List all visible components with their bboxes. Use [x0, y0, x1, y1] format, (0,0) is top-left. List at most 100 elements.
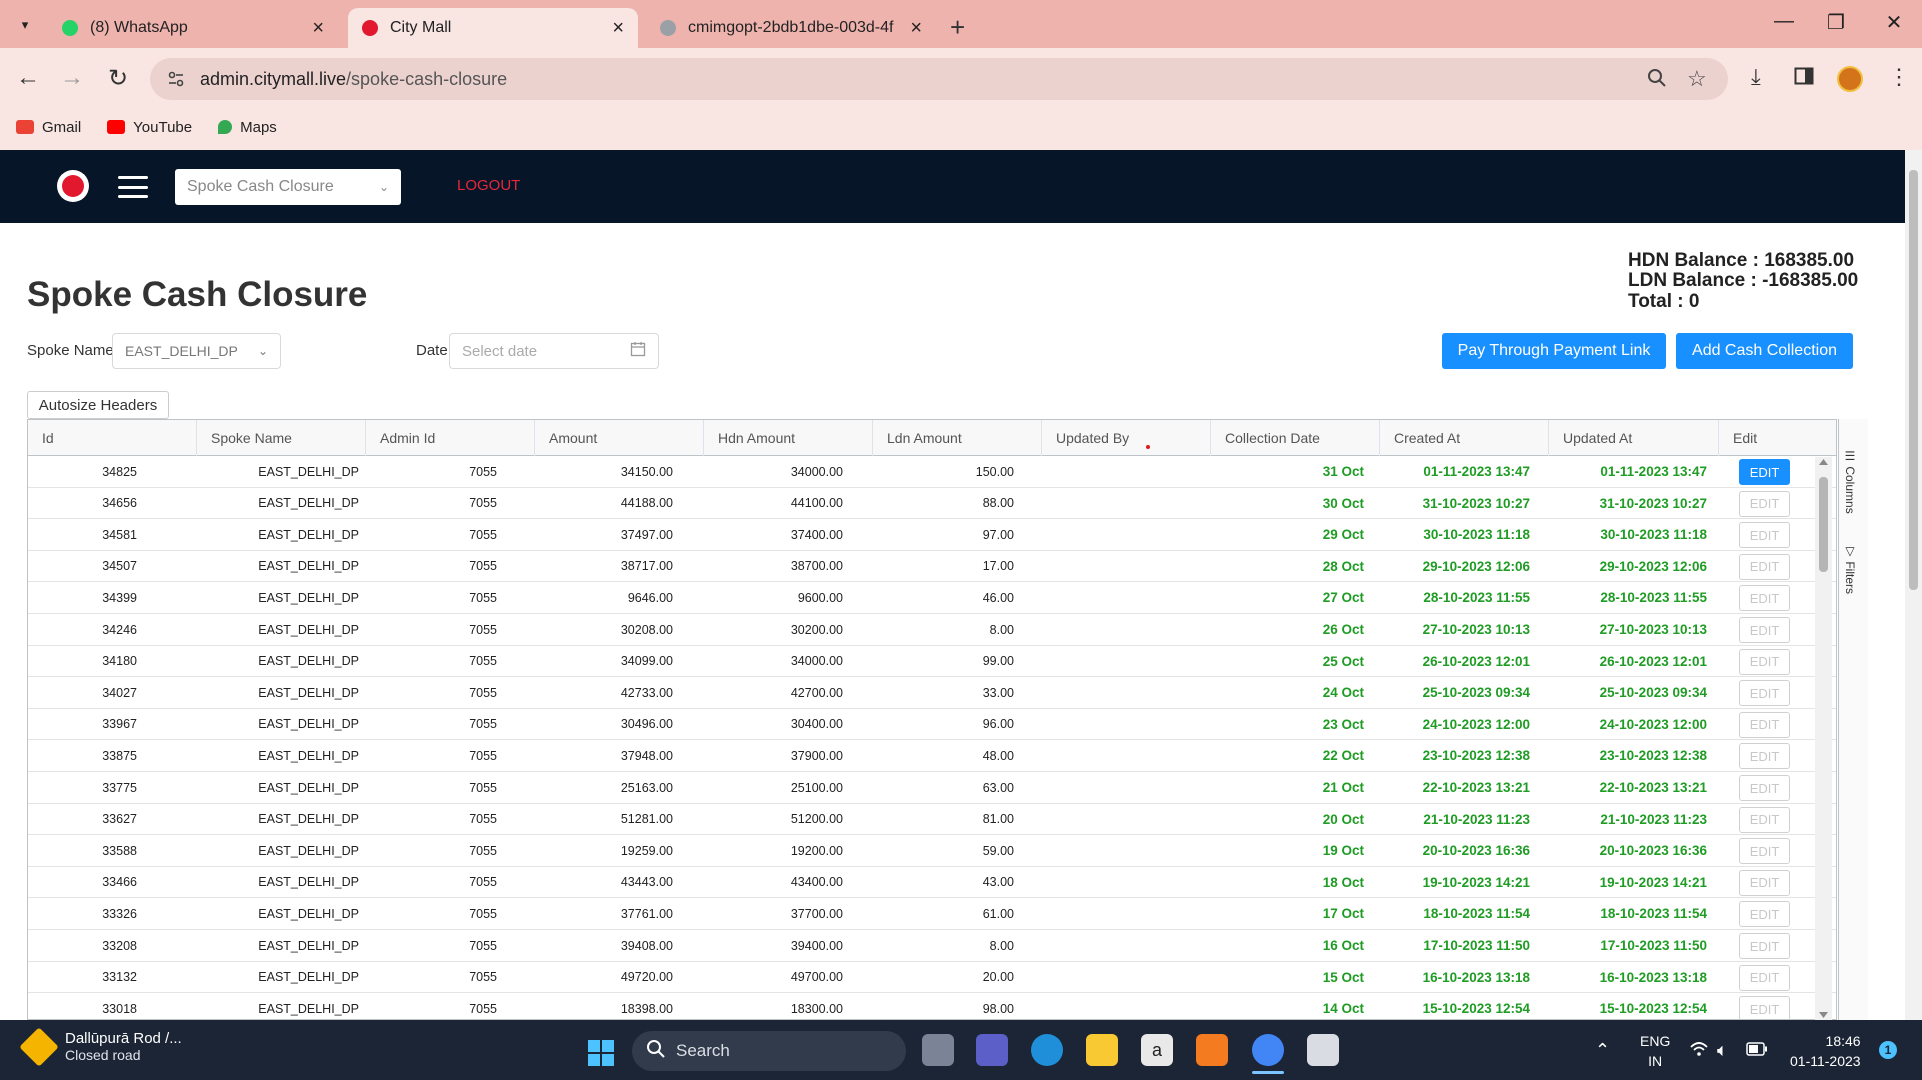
bookmark-star-icon[interactable]: ☆: [1687, 66, 1707, 92]
column-header-updated-at[interactable]: Updated At: [1549, 420, 1719, 456]
page-scrollbar[interactable]: [1905, 150, 1922, 1020]
tray-chevron-up-icon[interactable]: ⌃: [1595, 1040, 1610, 1061]
tab-city-mall[interactable]: City Mall ×: [348, 8, 638, 48]
tab-cmimgopt[interactable]: cmimgopt-2bdb1dbe-003d-4f ×: [646, 8, 936, 48]
filters-tab[interactable]: ▽ Filters: [1843, 544, 1857, 594]
battery-icon[interactable]: [1746, 1040, 1768, 1061]
profile-avatar[interactable]: [1837, 66, 1863, 92]
column-header-created-at[interactable]: Created At: [1380, 420, 1549, 456]
chrome-icon[interactable]: [1252, 1034, 1284, 1066]
grid-scrollbar[interactable]: [1815, 457, 1832, 1020]
site-info-icon[interactable]: [164, 67, 188, 91]
logout-link[interactable]: LOGOUT: [457, 177, 520, 194]
column-header-amount[interactable]: Amount: [535, 420, 704, 456]
table-row[interactable]: 33588 EAST_DELHI_DP 7055 19259.00 19200.00 59…: [28, 835, 1836, 867]
edit-button[interactable]: EDIT: [1739, 933, 1790, 959]
add-cash-collection-button[interactable]: Add Cash Collection: [1676, 333, 1853, 369]
pay-through-payment-link-button[interactable]: Pay Through Payment Link: [1442, 333, 1666, 369]
teams-icon[interactable]: [976, 1034, 1008, 1066]
table-row[interactable]: 33466 EAST_DELHI_DP 7055 43443.00 43400.00 43…: [28, 867, 1836, 899]
table-row[interactable]: 33326 EAST_DELHI_DP 7055 37761.00 37700.00 61…: [28, 898, 1836, 930]
forward-icon[interactable]: →: [57, 64, 87, 92]
citymall-logo[interactable]: [57, 170, 89, 202]
reload-icon[interactable]: ↻: [103, 64, 133, 93]
language-indicator[interactable]: ENG IN: [1640, 1031, 1670, 1071]
edit-button[interactable]: EDIT: [1739, 680, 1790, 707]
hamburger-menu-icon[interactable]: [118, 176, 148, 198]
bookmark-maps[interactable]: Maps: [218, 119, 277, 136]
table-row[interactable]: 34180 EAST_DELHI_DP 7055 34099.00 34000.00 99…: [28, 646, 1836, 678]
minimize-icon[interactable]: —: [1764, 10, 1804, 33]
new-tab-button[interactable]: +: [950, 12, 965, 43]
amazon-icon[interactable]: a: [1141, 1034, 1173, 1066]
edit-button[interactable]: EDIT: [1739, 838, 1790, 865]
edit-button[interactable]: EDIT: [1739, 964, 1790, 991]
table-row[interactable]: 34656 EAST_DELHI_DP 7055 44188.00 44100.00 88…: [28, 488, 1836, 520]
snipping-tool-icon[interactable]: [1307, 1034, 1339, 1066]
close-window-icon[interactable]: ✕: [1874, 10, 1914, 35]
table-row[interactable]: 34507 EAST_DELHI_DP 7055 38717.00 38700.00 17…: [28, 551, 1836, 583]
edit-button[interactable]: EDIT: [1739, 743, 1790, 770]
table-row[interactable]: 34581 EAST_DELHI_DP 7055 37497.00 37400.00 97…: [28, 519, 1836, 551]
table-row[interactable]: 33627 EAST_DELHI_DP 7055 51281.00 51200.00 81…: [28, 804, 1836, 836]
notification-badge[interactable]: 1: [1879, 1041, 1897, 1059]
close-icon[interactable]: ×: [612, 17, 624, 40]
table-row[interactable]: 34825 EAST_DELHI_DP 7055 34150.00 34000.00 15…: [28, 456, 1836, 488]
bookmark-youtube[interactable]: YouTube: [107, 119, 192, 136]
edge-icon[interactable]: [1031, 1034, 1063, 1066]
column-header-ldn-amount[interactable]: Ldn Amount: [873, 420, 1042, 456]
close-icon[interactable]: ×: [910, 17, 922, 40]
columns-tab[interactable]: ☰ Columns: [1843, 449, 1857, 514]
table-row[interactable]: 34027 EAST_DELHI_DP 7055 42733.00 42700.00 33…: [28, 677, 1836, 709]
edit-button[interactable]: EDIT: [1739, 869, 1790, 896]
edit-button[interactable]: EDIT: [1739, 585, 1790, 612]
table-row[interactable]: 33018 EAST_DELHI_DP 7055 18398.00 18300.00 98…: [28, 993, 1836, 1019]
tab-search-button[interactable]: ▾: [10, 10, 40, 40]
column-header-hdn-amount[interactable]: Hdn Amount: [704, 420, 873, 456]
edit-button[interactable]: EDIT: [1739, 901, 1790, 928]
column-header-admin-id[interactable]: Admin Id: [366, 420, 535, 456]
tab-whatsapp[interactable]: (8) WhatsApp ×: [48, 8, 338, 48]
date-picker[interactable]: Select date: [449, 333, 659, 369]
download-icon[interactable]: ⤓: [1751, 64, 1761, 90]
side-panel-icon[interactable]: [1794, 66, 1814, 92]
autosize-headers-button[interactable]: Autosize Headers: [27, 391, 169, 419]
bookmark-gmail[interactable]: Gmail: [16, 119, 81, 136]
column-header-edit[interactable]: Edit: [1719, 420, 1836, 456]
page-selector[interactable]: Spoke Cash Closure ⌄: [175, 169, 401, 205]
edit-button[interactable]: EDIT: [1739, 459, 1790, 485]
wifi-icon[interactable]: [1689, 1040, 1709, 1063]
volume-icon[interactable]: 🔈︎: [1717, 1040, 1728, 1061]
edit-button[interactable]: EDIT: [1739, 522, 1790, 549]
taskbar-search[interactable]: Search: [632, 1031, 906, 1071]
table-row[interactable]: 34399 EAST_DELHI_DP 7055 9646.00 9600.00 46.0…: [28, 582, 1836, 614]
column-header-collection-date[interactable]: Collection Date: [1211, 420, 1380, 456]
edit-button[interactable]: EDIT: [1739, 490, 1790, 517]
table-row[interactable]: 33875 EAST_DELHI_DP 7055 37948.00 37900.00 48…: [28, 740, 1836, 772]
edit-button[interactable]: EDIT: [1739, 775, 1790, 801]
edit-button[interactable]: EDIT: [1739, 648, 1790, 675]
table-row[interactable]: 33208 EAST_DELHI_DP 7055 39408.00 39400.00 8.…: [28, 930, 1836, 962]
menu-dots-icon[interactable]: ⋮: [1888, 64, 1910, 90]
edit-button[interactable]: EDIT: [1739, 996, 1790, 1019]
table-row[interactable]: 33967 EAST_DELHI_DP 7055 30496.00 30400.00 96…: [28, 709, 1836, 741]
zoom-icon[interactable]: [1647, 68, 1667, 94]
column-header-id[interactable]: Id: [28, 420, 197, 456]
spoke-name-select[interactable]: EAST_DELHI_DP ⌄: [112, 333, 281, 369]
start-windows-icon[interactable]: [585, 1037, 617, 1069]
task-view-icon[interactable]: [922, 1034, 954, 1066]
close-icon[interactable]: ×: [312, 17, 324, 40]
edit-button[interactable]: EDIT: [1739, 553, 1790, 580]
table-row[interactable]: 33132 EAST_DELHI_DP 7055 49720.00 49700.00 20…: [28, 962, 1836, 994]
back-icon[interactable]: ←: [13, 64, 43, 92]
edit-button[interactable]: EDIT: [1739, 711, 1790, 738]
column-header-updated-by[interactable]: Updated By: [1042, 420, 1211, 456]
xampp-icon[interactable]: [1196, 1034, 1228, 1066]
edit-button[interactable]: EDIT: [1739, 806, 1790, 833]
address-bar[interactable]: admin.citymall.live/spoke-cash-closure: [150, 58, 1728, 100]
table-row[interactable]: 34246 EAST_DELHI_DP 7055 30208.00 30200.00 8.…: [28, 614, 1836, 646]
restore-icon[interactable]: ❐: [1816, 10, 1856, 35]
traffic-widget[interactable]: Dallūpurā Rod /... Closed road: [19, 1026, 182, 1067]
table-row[interactable]: 33775 EAST_DELHI_DP 7055 25163.00 25100.00 63…: [28, 772, 1836, 804]
edit-button[interactable]: EDIT: [1739, 617, 1790, 643]
